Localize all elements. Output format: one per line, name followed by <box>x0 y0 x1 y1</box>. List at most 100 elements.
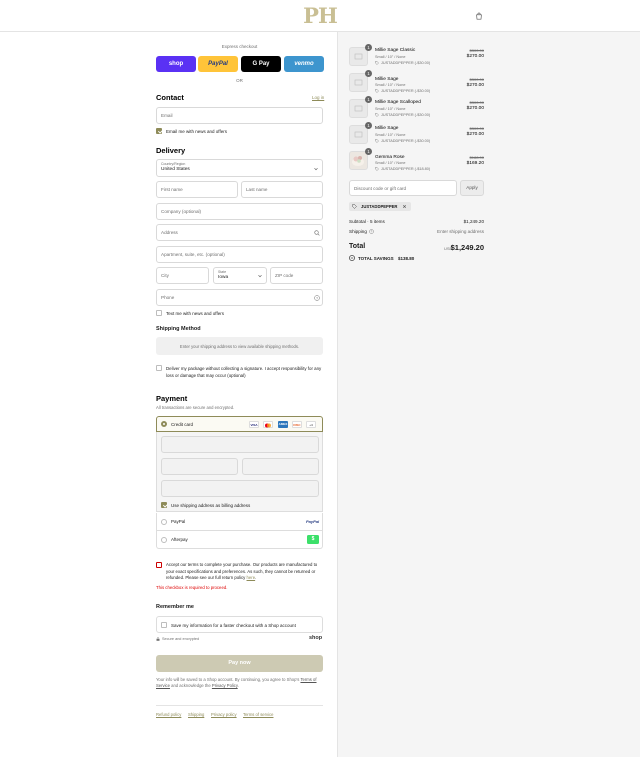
total-savings-label: TOTAL SAVINGS <box>358 256 394 261</box>
country-label: Country/Region <box>161 162 186 166</box>
shipping-label: Shipping <box>349 229 367 234</box>
svg-text:?: ? <box>316 296 318 300</box>
help-icon[interactable]: ? <box>314 295 320 301</box>
country-select[interactable]: Country/Region United States <box>156 159 323 177</box>
express-checkout-title: Express checkout <box>221 44 258 49</box>
shopping-bag-icon[interactable] <box>475 12 483 20</box>
pay-now-button[interactable]: Pay now <box>156 655 323 672</box>
email-news-checkbox[interactable] <box>156 128 162 134</box>
paypal-option[interactable]: PayPal PayPal <box>156 513 323 531</box>
footer-terms-link[interactable]: Terms of service <box>243 712 273 717</box>
brand-logo[interactable]: PH <box>293 5 347 26</box>
name-on-card-field[interactable] <box>161 480 319 497</box>
shop-privacy-link[interactable]: Privacy Policy <box>212 683 238 688</box>
afterpay-label: Afterpay <box>171 537 188 542</box>
google-pay-button[interactable]: G Pay <box>241 56 281 72</box>
remember-option[interactable]: Save my information for a faster checkou… <box>156 616 323 633</box>
footer-refund-link[interactable]: Refund policy <box>156 712 181 717</box>
tag-icon <box>375 139 379 143</box>
item-variant: Small / 10" / None <box>375 133 406 137</box>
afterpay-radio[interactable] <box>161 537 167 543</box>
tag-icon <box>375 167 379 171</box>
footer-divider <box>156 705 323 706</box>
item-original-price: $300.00 <box>469 100 484 105</box>
return-policy-link[interactable]: here <box>247 575 256 580</box>
payment-heading: Payment <box>156 394 188 403</box>
footer-shipping-link[interactable]: Shipping <box>188 712 204 717</box>
item-original-price: $188.00 <box>469 155 484 160</box>
savings-tag-icon <box>349 255 355 261</box>
terms-body: Accept our terms to complete your purcha… <box>166 562 318 580</box>
item-discount: JUSTADDPEPPER (-$30.00) <box>381 61 431 65</box>
expiration-field[interactable] <box>161 458 238 475</box>
applied-code: JUSTADDPEPPER <box>361 204 398 209</box>
item-name: Millie Sage Scalloped <box>375 100 421 105</box>
item-discount: JUSTADDPEPPER (-$30.00) <box>381 113 431 117</box>
shop-pay-button[interactable]: shop <box>156 56 196 72</box>
venmo-button[interactable]: venmo <box>284 56 324 72</box>
city-field[interactable]: City <box>156 267 209 284</box>
phone-field[interactable]: Phone ? <box>156 289 323 306</box>
zip-field[interactable]: ZIP code <box>270 267 323 284</box>
credit-card-radio[interactable] <box>161 421 167 427</box>
apply-button[interactable]: Apply <box>460 180 484 196</box>
total-savings-value: $138.80 <box>398 256 415 261</box>
credit-card-label: Credit card <box>171 422 194 427</box>
state-value: Iowa <box>218 275 229 280</box>
remember-label: Save my information for a faster checkou… <box>171 622 296 628</box>
company-placeholder: Company (optional) <box>161 209 202 214</box>
afterpay-logo: $ <box>307 535 319 544</box>
item-price: $270.00 <box>466 83 484 88</box>
item-original-price: $300.00 <box>469 126 484 131</box>
image-placeholder-icon <box>354 79 363 86</box>
svg-text:?: ? <box>371 230 373 234</box>
state-label: State <box>218 270 227 274</box>
discount-code-field[interactable]: Discount code or gift card <box>349 180 457 196</box>
login-link[interactable]: Log in <box>312 95 324 100</box>
billing-same-checkbox[interactable] <box>161 502 167 508</box>
item-price: $270.00 <box>466 106 484 111</box>
shipping-notice: Enter your shipping address to view avai… <box>179 343 300 349</box>
first-name-field[interactable]: First name <box>156 181 238 198</box>
legal-mid: and acknowledge the <box>171 683 211 689</box>
tag-icon <box>375 89 379 93</box>
item-price: $270.00 <box>466 132 484 137</box>
last-name-field[interactable]: Last name <box>241 181 323 198</box>
quantity-badge: 1 <box>365 44 372 51</box>
card-number-field[interactable] <box>161 436 319 453</box>
legal-text: Your info will be saved to a Shop accoun… <box>156 677 317 689</box>
apartment-field[interactable]: Apartment, suite, etc. (optional) <box>156 246 323 263</box>
terms-checkbox[interactable] <box>156 562 162 568</box>
signature-waiver-checkbox[interactable] <box>156 365 162 371</box>
item-discount: JUSTADDPEPPER (-$18.80) <box>381 167 431 171</box>
email-field[interactable]: Email <box>156 107 323 124</box>
city-placeholder: City <box>161 273 169 278</box>
subtotal-label: Subtotal · 5 items <box>349 219 385 224</box>
chevron-down-icon <box>314 167 318 171</box>
item-discount: JUSTADDPEPPER (-$30.00) <box>381 89 431 93</box>
item-name: Millie Sage <box>375 126 399 131</box>
remember-checkbox[interactable] <box>161 622 167 628</box>
shipping-notice-box: Enter your shipping address to view avai… <box>156 337 323 355</box>
address-field[interactable]: Address <box>156 224 323 241</box>
email-news-label: Email me with news and offers <box>166 129 227 134</box>
more-cards-badge: +4 <box>306 421 316 428</box>
company-field[interactable]: Company (optional) <box>156 203 323 220</box>
quantity-badge: 1 <box>365 122 372 129</box>
paypal-radio[interactable] <box>161 519 167 525</box>
state-select[interactable]: State Iowa <box>213 267 267 284</box>
remove-discount-icon[interactable] <box>402 204 407 209</box>
footer-privacy-link[interactable]: Privacy policy <box>211 712 237 717</box>
security-code-field[interactable] <box>242 458 319 475</box>
paypal-logo: PayPal <box>306 519 320 524</box>
item-discount: JUSTADDPEPPER (-$30.00) <box>381 139 431 143</box>
tag-icon <box>375 113 379 117</box>
signature-waiver-label: Deliver my package without collecting a … <box>166 366 322 378</box>
billing-same-label: Use shipping address as billing address <box>171 503 251 508</box>
afterpay-option[interactable]: Afterpay $ <box>156 531 323 549</box>
text-news-checkbox[interactable] <box>156 310 162 316</box>
shipping-method-heading: Shipping Method <box>156 326 201 332</box>
image-placeholder-icon <box>354 105 363 112</box>
paypal-button[interactable]: PayPal <box>198 56 238 72</box>
help-icon[interactable]: ? <box>369 229 374 234</box>
